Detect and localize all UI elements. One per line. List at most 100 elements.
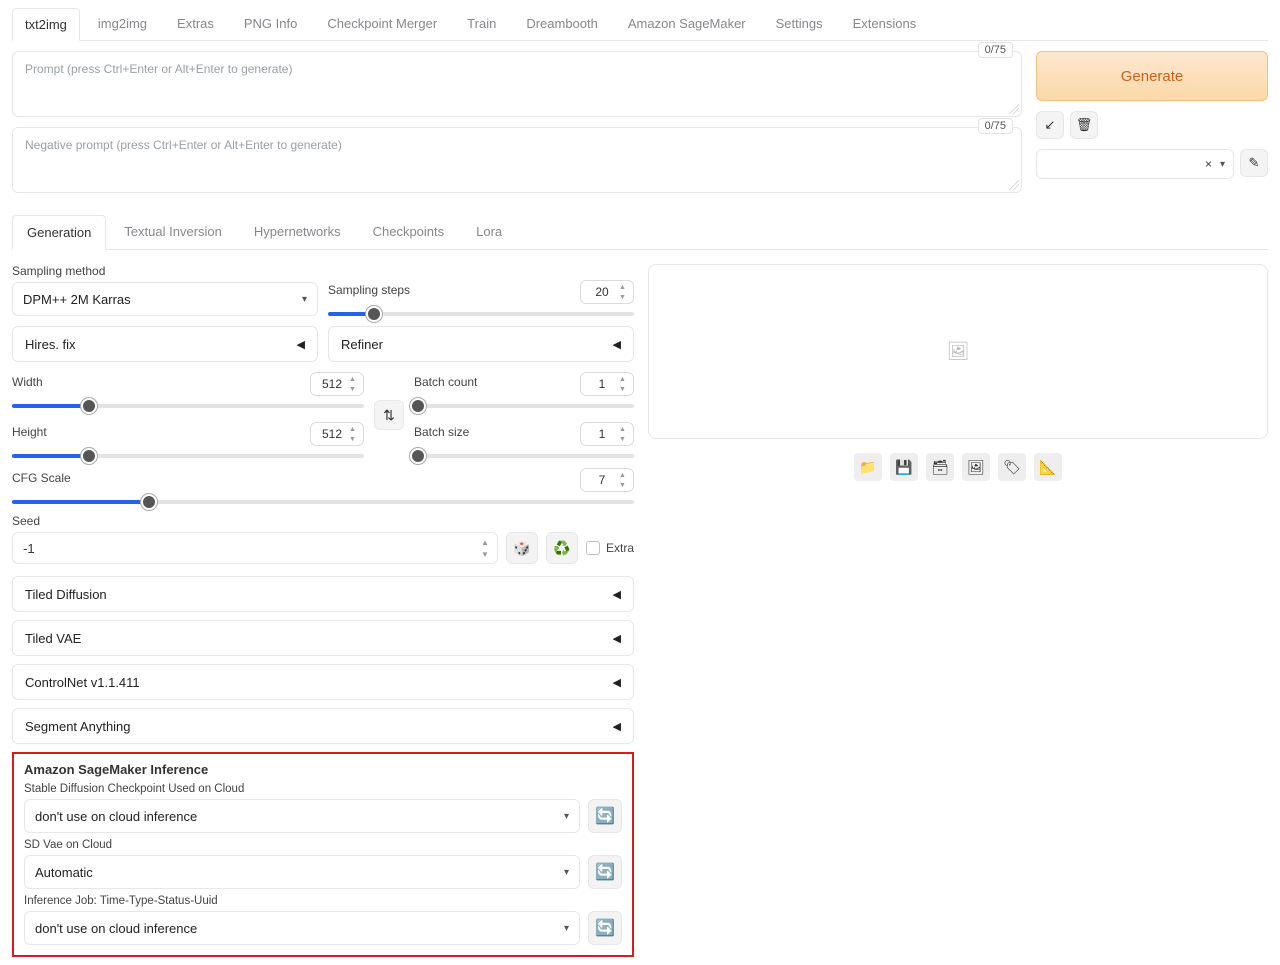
tab-png-info[interactable]: PNG Info — [232, 8, 309, 40]
chevron-down-icon: ▾ — [302, 294, 307, 305]
refresh-icon: 🔄 — [595, 918, 615, 938]
tiled-vae-label: Tiled VAE — [25, 631, 81, 646]
controlnet-collapser[interactable]: ControlNet v1.1.411 ◀ — [12, 664, 634, 700]
archive-button[interactable]: 🗃 — [926, 453, 954, 481]
cfg-scale-slider[interactable] — [12, 500, 634, 504]
sagemaker-job-refresh[interactable]: 🔄 — [588, 911, 622, 945]
subtab-generation[interactable]: Generation — [12, 215, 106, 250]
save-button[interactable]: 💾 — [890, 453, 918, 481]
batch-count-input[interactable]: 1 ▲▼ — [580, 372, 634, 396]
triangle-left-icon: ◀ — [613, 720, 621, 733]
sampling-method-select[interactable]: DPM++ 2M Karras ▾ — [12, 282, 318, 316]
hires-fix-collapser[interactable]: Hires. fix ◀ — [12, 326, 318, 362]
archive-icon: 🗃 — [931, 459, 949, 476]
tab-settings[interactable]: Settings — [764, 8, 835, 40]
sagemaker-vae-refresh[interactable]: 🔄 — [588, 855, 622, 889]
width-slider[interactable] — [12, 404, 364, 408]
segment-anything-label: Segment Anything — [25, 719, 131, 734]
sagemaker-vae-select[interactable]: Automatic ▾ — [24, 855, 580, 889]
output-image-preview: 🖼 — [648, 264, 1268, 439]
random-seed-button[interactable]: 🎲 — [506, 532, 538, 564]
seed-label: Seed — [12, 514, 634, 528]
batch-size-value: 1 — [599, 427, 606, 441]
send-extras-button[interactable]: 📐 — [1034, 453, 1062, 481]
tiled-diffusion-collapser[interactable]: Tiled Diffusion ◀ — [12, 576, 634, 612]
prompt-placeholder: Prompt (press Ctrl+Enter or Alt+Enter to… — [25, 62, 292, 76]
sagemaker-inference-panel: Amazon SageMaker Inference Stable Diffus… — [12, 752, 634, 957]
subtab-hypernetworks[interactable]: Hypernetworks — [240, 215, 355, 249]
sagemaker-checkpoint-refresh[interactable]: 🔄 — [588, 799, 622, 833]
height-slider[interactable] — [12, 454, 364, 458]
tiled-vae-collapser[interactable]: Tiled VAE ◀ — [12, 620, 634, 656]
width-input[interactable]: 512 ▲▼ — [310, 372, 364, 396]
sub-tabs: Generation Textual Inversion Hypernetwor… — [12, 215, 1268, 250]
cfg-scale-value: 7 — [599, 473, 606, 487]
hires-fix-label: Hires. fix — [25, 337, 76, 352]
sampling-steps-input[interactable]: 20 ▲▼ — [580, 280, 634, 304]
generate-button[interactable]: Generate — [1036, 51, 1268, 101]
height-input[interactable]: 512 ▲▼ — [310, 422, 364, 446]
sagemaker-job-label: Inference Job: Time-Type-Status-Uuid — [24, 895, 622, 907]
subtab-lora[interactable]: Lora — [462, 215, 516, 249]
tab-checkpoint-merger[interactable]: Checkpoint Merger — [315, 8, 449, 40]
seed-input[interactable]: -1 ▲▼ — [12, 532, 498, 564]
tab-extras[interactable]: Extras — [165, 8, 226, 40]
pencil-icon: ✎ — [1249, 155, 1260, 171]
batch-size-input[interactable]: 1 ▲▼ — [580, 422, 634, 446]
triangle-left-icon: ◀ — [613, 676, 621, 689]
sampling-steps-value: 20 — [595, 285, 608, 299]
refiner-collapser[interactable]: Refiner ◀ — [328, 326, 634, 362]
sagemaker-job-select[interactable]: don't use on cloud inference ▾ — [24, 911, 580, 945]
send-img2img-button[interactable]: 🖼 — [962, 453, 990, 481]
tiled-diffusion-label: Tiled Diffusion — [25, 587, 107, 602]
checkbox-icon — [586, 541, 600, 555]
sampling-method-label: Sampling method — [12, 264, 318, 278]
cfg-scale-label: CFG Scale — [12, 471, 71, 485]
batch-size-slider[interactable] — [414, 454, 634, 458]
tab-extensions[interactable]: Extensions — [841, 8, 929, 40]
sagemaker-checkpoint-value: don't use on cloud inference — [35, 809, 197, 824]
prompt-token-count: 0/75 — [978, 42, 1013, 58]
styles-select[interactable]: × ▾ — [1036, 149, 1234, 179]
neg-prompt-placeholder: Negative prompt (press Ctrl+Enter or Alt… — [25, 138, 342, 152]
tab-train[interactable]: Train — [455, 8, 508, 40]
reuse-seed-button[interactable]: ♻️ — [546, 532, 578, 564]
sampling-steps-slider[interactable] — [328, 312, 634, 316]
folder-icon: 📁 — [859, 459, 876, 476]
sagemaker-checkpoint-select[interactable]: don't use on cloud inference ▾ — [24, 799, 580, 833]
seed-extra-checkbox[interactable]: Extra — [586, 541, 634, 555]
clear-prompt-button[interactable]: 🗑 — [1070, 111, 1098, 139]
batch-count-value: 1 — [599, 377, 606, 391]
chevron-down-icon: ▾ — [1220, 159, 1225, 170]
width-label: Width — [12, 375, 43, 389]
subtab-textual-inversion[interactable]: Textual Inversion — [110, 215, 236, 249]
sagemaker-vae-value: Automatic — [35, 865, 93, 880]
negative-prompt-input[interactable]: Negative prompt (press Ctrl+Enter or Alt… — [12, 127, 1022, 193]
cfg-scale-input[interactable]: 7 ▲▼ — [580, 468, 634, 492]
tag-icon: 🏷 — [1003, 459, 1021, 476]
sagemaker-job-value: don't use on cloud inference — [35, 921, 197, 936]
batch-count-slider[interactable] — [414, 404, 634, 408]
send-inpaint-button[interactable]: 🏷 — [998, 453, 1026, 481]
edit-styles-button[interactable]: ✎ — [1240, 149, 1268, 177]
prompt-input[interactable]: Prompt (press Ctrl+Enter or Alt+Enter to… — [12, 51, 1022, 117]
batch-count-label: Batch count — [414, 375, 477, 389]
styles-clear[interactable]: × — [1205, 157, 1212, 171]
tab-amazon-sagemaker[interactable]: Amazon SageMaker — [616, 8, 758, 40]
recycle-icon: ♻️ — [553, 540, 570, 557]
tab-dreambooth[interactable]: Dreambooth — [514, 8, 610, 40]
seed-extra-label: Extra — [606, 541, 634, 555]
refresh-icon: 🔄 — [595, 862, 615, 882]
swap-dimensions-button[interactable]: ⇅ — [374, 400, 404, 430]
refiner-label: Refiner — [341, 337, 383, 352]
tab-img2img[interactable]: img2img — [86, 8, 159, 40]
refresh-icon: 🔄 — [595, 806, 615, 826]
segment-anything-collapser[interactable]: Segment Anything ◀ — [12, 708, 634, 744]
tab-txt2img[interactable]: txt2img — [12, 8, 80, 41]
subtab-checkpoints[interactable]: Checkpoints — [359, 215, 459, 249]
open-folder-button[interactable]: 📁 — [854, 453, 882, 481]
restore-prompt-button[interactable]: ↙ — [1036, 111, 1064, 139]
chevron-down-icon: ▾ — [564, 923, 569, 934]
sagemaker-title: Amazon SageMaker Inference — [24, 762, 622, 777]
arrow-left-icon: ↙ — [1045, 117, 1056, 133]
